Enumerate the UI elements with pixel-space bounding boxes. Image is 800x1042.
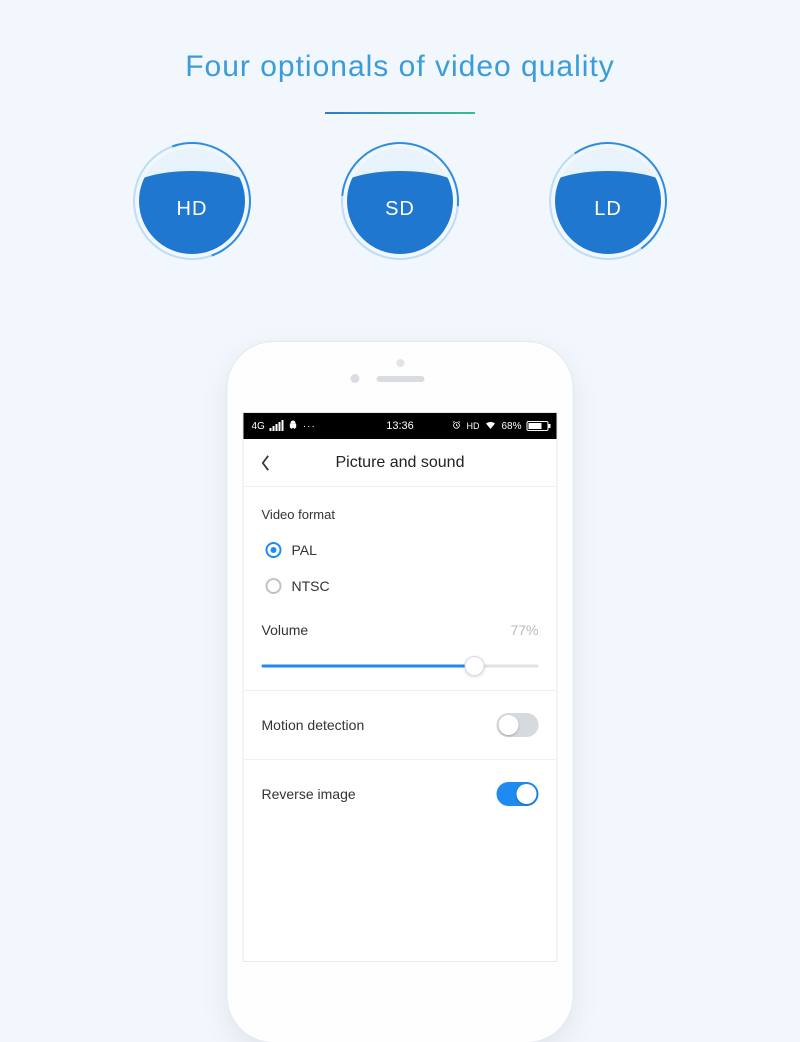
status-bar: 4G ··· 13:36 HD 68% [244,413,557,439]
proximity-sensor-icon [396,359,404,367]
phone-screen: 4G ··· 13:36 HD 68% [243,412,558,962]
motion-detection-row: Motion detection [262,697,539,753]
quality-bubble-sd: SD [341,142,459,260]
battery-icon [527,421,549,431]
network-label: 4G [252,421,265,432]
phone-frame: 4G ··· 13:36 HD 68% [228,342,573,1042]
bubble-label: HD [133,142,251,260]
nav-bar: Picture and sound [244,439,557,487]
settings-content: Video format PAL NTSC Volume 77% Motion … [244,487,557,822]
speaker-icon [376,376,424,382]
reverse-image-label: Reverse image [262,786,356,802]
volume-label: Volume [262,622,309,638]
signal-bars-icon [270,421,284,431]
radio-label: PAL [292,542,317,558]
reverse-image-toggle[interactable] [497,782,539,806]
slider-thumb-icon [465,656,485,676]
radio-pal[interactable]: PAL [262,532,539,568]
banner: Four optionals of video quality HD SD LD [0,0,800,260]
bubble-label: SD [341,142,459,260]
radio-icon [266,578,282,594]
banner-underline [325,112,475,114]
quality-bubble-hd: HD [133,142,251,260]
battery-pct: 68% [501,421,521,432]
wifi-icon [484,420,496,433]
volume-row: Volume 77% [262,604,539,646]
radio-icon [266,542,282,558]
banner-title: Four optionals of video quality [0,50,800,84]
radio-ntsc[interactable]: NTSC [262,568,539,604]
phone-top [228,342,573,412]
hd-label: HD [466,421,479,431]
radio-label: NTSC [292,578,330,594]
page-title: Picture and sound [244,454,557,472]
android-icon [289,420,298,432]
divider [244,759,557,760]
motion-detection-label: Motion detection [262,717,365,733]
volume-slider[interactable] [262,652,539,680]
quality-bubbles: HD SD LD [0,142,800,260]
bubble-label: LD [549,142,667,260]
video-format-label: Video format [262,491,539,532]
front-camera-icon [350,374,359,383]
volume-value: 77% [510,622,538,638]
slider-fill [262,665,475,668]
motion-detection-toggle[interactable] [497,713,539,737]
more-icon: ··· [303,421,316,432]
quality-bubble-ld: LD [549,142,667,260]
reverse-image-row: Reverse image [262,766,539,822]
alarm-icon [451,420,461,433]
divider [244,690,557,691]
